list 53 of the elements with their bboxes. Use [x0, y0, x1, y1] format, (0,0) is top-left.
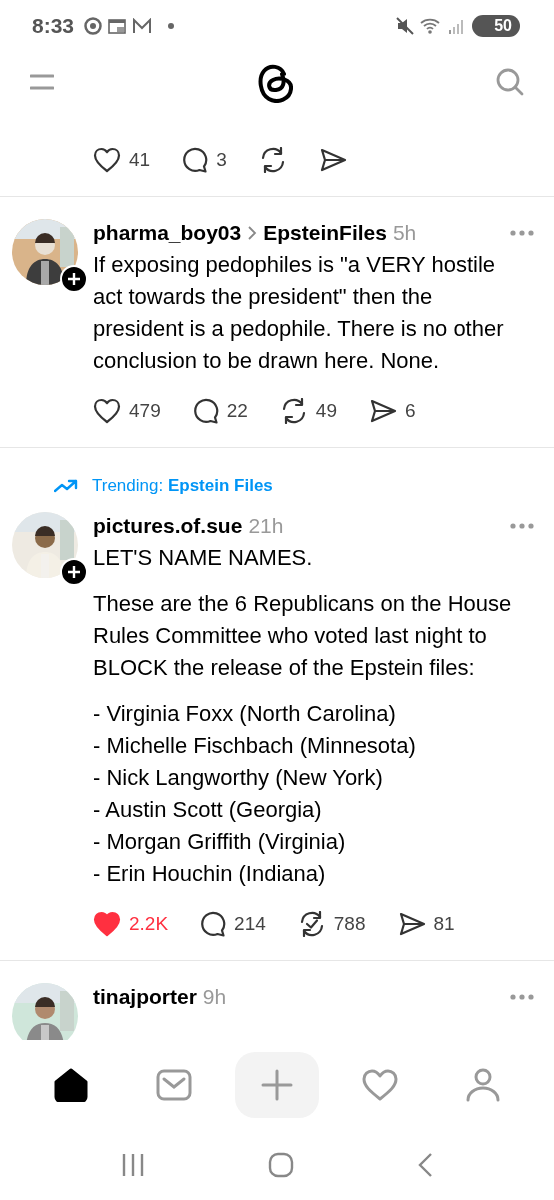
more-icon[interactable] — [510, 523, 534, 529]
repost-count: 788 — [333, 913, 366, 935]
search-icon[interactable] — [496, 68, 524, 96]
back-icon[interactable] — [416, 1152, 433, 1178]
post-text: LET'S NAME NAMES. — [93, 544, 314, 572]
more-icon[interactable] — [510, 994, 534, 1000]
trending-icon — [54, 479, 78, 493]
share-icon[interactable] — [318, 148, 347, 172]
share-icon[interactable] — [369, 399, 397, 423]
list-item: - Austin Scott (Georgia) — [93, 796, 323, 824]
plus-icon[interactable] — [235, 1052, 319, 1118]
battery-indicator: 50 — [472, 15, 520, 37]
repost-count: 49 — [315, 400, 337, 422]
mail-icon — [132, 18, 153, 34]
comment-icon[interactable] — [182, 147, 209, 173]
community-name[interactable]: EpsteinFiles — [263, 221, 387, 245]
home-button-icon[interactable] — [268, 1152, 294, 1178]
post-text: If exposing pedophiles is "a VERY hostile act towards the president" then the president is a pedophile. There is no other conclusion to be drawn here. None. — [93, 251, 505, 375]
comment-icon[interactable] — [192, 398, 219, 424]
follow-icon[interactable] — [60, 558, 88, 586]
chevron-icon — [247, 226, 258, 240]
follow-icon[interactable] — [60, 265, 88, 293]
list-item: - Michelle Fischbach (Minnesota) — [93, 732, 417, 760]
heart-icon[interactable] — [93, 147, 121, 173]
list-item: - Erin Houchin (Indiana) — [93, 860, 327, 888]
clock-time: 8:33 — [32, 14, 75, 38]
share-icon[interactable] — [397, 912, 426, 936]
mute-icon — [396, 17, 415, 35]
list-item: - Morgan Griffith (Virginia) — [93, 828, 347, 856]
post-time: 9h — [202, 985, 227, 1009]
like-count: 41 — [129, 149, 151, 171]
post-time: 5h — [392, 221, 417, 245]
like-count: 2.2K — [129, 913, 169, 935]
list-item: - Nick Langworthy (New York) — [93, 764, 384, 792]
recent-apps-icon[interactable] — [121, 1153, 146, 1177]
dot-icon — [168, 23, 175, 29]
heart-icon[interactable] — [93, 398, 121, 424]
post-time: 21h — [248, 514, 284, 538]
list-item: - Virginia Foxx (North Carolina) — [93, 700, 397, 728]
reply-count: 214 — [234, 913, 266, 935]
more-icon[interactable] — [510, 230, 534, 236]
post-text: These are the 6 Republicans on the House Rules Committee who voted last night to BLOCK the release of the Epstein files: — [93, 590, 513, 682]
username[interactable]: tinajporter — [93, 985, 197, 1009]
reply-count: 3 — [216, 149, 227, 171]
username[interactable]: pharma_boy03 — [93, 221, 242, 245]
like-count: 479 — [129, 400, 161, 422]
username[interactable]: pictures.of.sue — [93, 514, 243, 538]
comment-icon[interactable] — [200, 911, 227, 937]
share-count: 81 — [433, 913, 455, 935]
share-count: 6 — [405, 400, 416, 422]
reply-count: 22 — [226, 400, 248, 422]
menu-icon[interactable] — [30, 74, 54, 90]
calendar-icon — [108, 18, 127, 34]
